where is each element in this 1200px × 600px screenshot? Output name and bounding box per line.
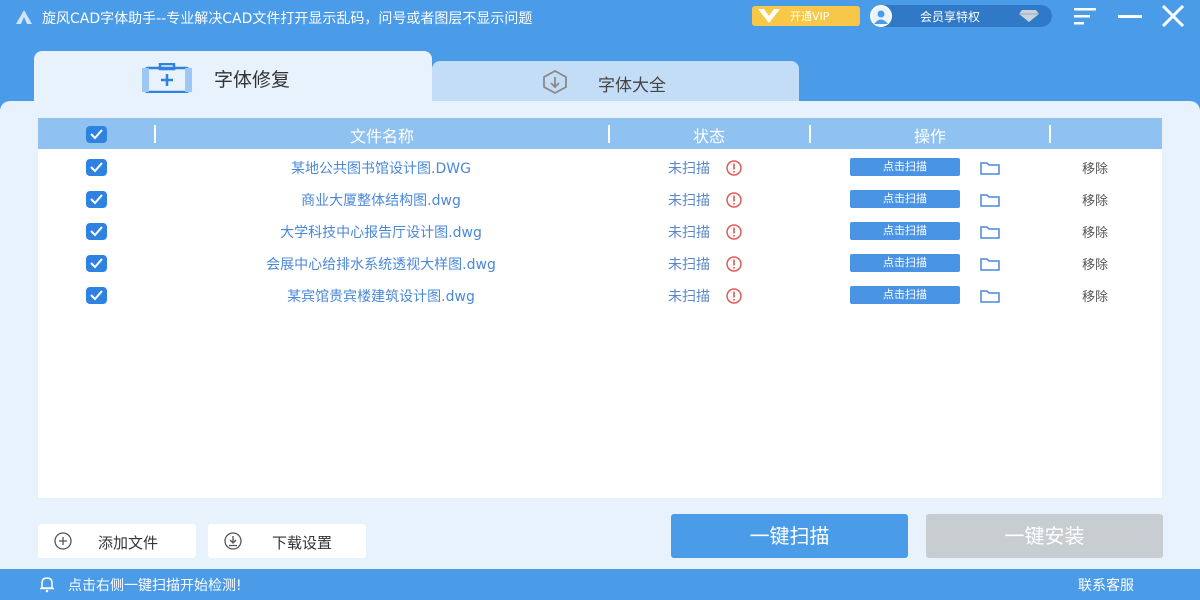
- table-row: 大学科技中心报告厅设计图.dwg 未扫描 点击扫描 移除: [38, 215, 1162, 247]
- table-row: 会展中心给排水系统透视大样图.dwg 未扫描 点击扫描 移除: [38, 247, 1162, 279]
- tab-font-library[interactable]: 字体大全: [432, 61, 799, 102]
- user-icon: [874, 10, 888, 24]
- scan-button[interactable]: 点击扫描: [850, 222, 960, 240]
- column-header-actions: 操作: [913, 127, 946, 146]
- status-label: 未扫描: [668, 257, 710, 273]
- plus-circle-icon: [54, 532, 72, 550]
- status-message: 点击右侧一键扫描开始检测!: [68, 578, 242, 594]
- toolbox-icon: [142, 63, 192, 93]
- table-row: 商业大厦整体结构图.dwg 未扫描 点击扫描 移除: [38, 183, 1162, 215]
- app-title: 旋风CAD字体助手--专业解决CAD文件打开显示乱码，问号或者图层不显示问题: [42, 11, 533, 27]
- contact-support-link[interactable]: 联系客服: [1078, 575, 1134, 595]
- folder-icon[interactable]: [980, 160, 1000, 175]
- status-label: 未扫描: [668, 289, 710, 305]
- checkmark-icon: [90, 226, 103, 237]
- file-name: 会展中心给排水系统透视大样图.dwg: [266, 257, 496, 273]
- scan-button[interactable]: 点击扫描: [850, 190, 960, 208]
- font-library-icon: [543, 69, 567, 95]
- diamond-icon: [1019, 10, 1039, 22]
- table-header: 文件名称 状态 操作: [38, 118, 1162, 149]
- folder-icon[interactable]: [980, 256, 1000, 271]
- checkmark-icon: [90, 162, 103, 173]
- checkmark-icon: [90, 258, 103, 269]
- checkmark-icon: [90, 290, 103, 301]
- status-label: 未扫描: [668, 225, 710, 241]
- member-label: 会员享特权: [920, 10, 981, 24]
- install-all-button[interactable]: 一键安装: [926, 514, 1163, 558]
- status-label: 未扫描: [668, 161, 710, 177]
- member-privileges-button[interactable]: 会员享特权: [870, 5, 1052, 27]
- close-button[interactable]: [1160, 4, 1186, 28]
- add-file-label: 添加文件: [98, 534, 159, 552]
- header-divider: [1049, 125, 1051, 143]
- file-table: 文件名称 状态 操作 某地公共图书馆设计图.DWG 未扫描 点击扫描 移除 商业…: [38, 118, 1162, 498]
- bell-icon: [40, 577, 54, 593]
- warning-icon: [726, 224, 742, 240]
- download-circle-icon: [224, 532, 242, 550]
- scan-all-button[interactable]: 一键扫描: [671, 514, 908, 558]
- close-icon: [1161, 4, 1185, 28]
- folder-icon[interactable]: [980, 192, 1000, 207]
- column-header-filename: 文件名称: [349, 127, 414, 146]
- minimize-icon: [1118, 15, 1142, 18]
- row-checkbox[interactable]: [86, 159, 107, 176]
- download-settings-label: 下载设置: [272, 534, 333, 552]
- warning-icon: [726, 160, 742, 176]
- remove-link[interactable]: 移除: [1082, 158, 1108, 177]
- scan-button[interactable]: 点击扫描: [850, 158, 960, 176]
- open-vip-button[interactable]: 开通VIP: [752, 6, 860, 26]
- vip-badge-icon: [758, 9, 780, 23]
- add-file-button[interactable]: 添加文件: [38, 524, 196, 558]
- remove-link[interactable]: 移除: [1082, 254, 1108, 273]
- download-settings-button[interactable]: 下载设置: [208, 524, 366, 558]
- menu-button[interactable]: [1072, 5, 1098, 27]
- main-panel: 文件名称 状态 操作 某地公共图书馆设计图.DWG 未扫描 点击扫描 移除 商业…: [0, 101, 1200, 569]
- file-name: 某宾馆贵宾楼建筑设计图.dwg: [287, 289, 475, 305]
- minimize-button[interactable]: [1117, 5, 1143, 27]
- status-label: 未扫描: [668, 193, 710, 209]
- app-logo-icon: [16, 10, 32, 24]
- title-bar: 旋风CAD字体助手--专业解决CAD文件打开显示乱码，问号或者图层不显示问题 开…: [0, 0, 1200, 34]
- warning-icon: [726, 192, 742, 208]
- remove-link[interactable]: 移除: [1082, 286, 1108, 305]
- avatar[interactable]: [870, 5, 892, 27]
- row-checkbox[interactable]: [86, 255, 107, 272]
- checkmark-icon: [90, 194, 103, 205]
- file-name: 商业大厦整体结构图.dwg: [301, 193, 461, 209]
- tab-font-library-label: 字体大全: [598, 76, 666, 96]
- table-row: 某宾馆贵宾楼建筑设计图.dwg 未扫描 点击扫描 移除: [38, 279, 1162, 311]
- file-name: 大学科技中心报告厅设计图.dwg: [280, 225, 482, 241]
- remove-link[interactable]: 移除: [1082, 222, 1108, 241]
- remove-link[interactable]: 移除: [1082, 190, 1108, 209]
- warning-icon: [726, 256, 742, 272]
- folder-icon[interactable]: [980, 288, 1000, 303]
- scan-button[interactable]: 点击扫描: [850, 254, 960, 272]
- row-checkbox[interactable]: [86, 287, 107, 304]
- row-checkbox[interactable]: [86, 191, 107, 208]
- file-name: 某地公共图书馆设计图.DWG: [291, 161, 471, 177]
- select-all-checkbox[interactable]: [86, 126, 107, 143]
- status-bar: 点击右侧一键扫描开始检测! 联系客服: [0, 569, 1200, 600]
- menu-icon: [1074, 8, 1096, 25]
- checkmark-icon: [90, 129, 103, 140]
- table-row: 某地公共图书馆设计图.DWG 未扫描 点击扫描 移除: [38, 151, 1162, 183]
- tab-font-repair-label: 字体修复: [214, 69, 291, 91]
- folder-icon[interactable]: [980, 224, 1000, 239]
- tab-font-repair[interactable]: 字体修复: [34, 51, 432, 104]
- scan-button[interactable]: 点击扫描: [850, 286, 960, 304]
- column-header-status: 状态: [692, 127, 725, 146]
- warning-icon: [726, 288, 742, 304]
- vip-label: 开通VIP: [790, 10, 830, 23]
- row-checkbox[interactable]: [86, 223, 107, 240]
